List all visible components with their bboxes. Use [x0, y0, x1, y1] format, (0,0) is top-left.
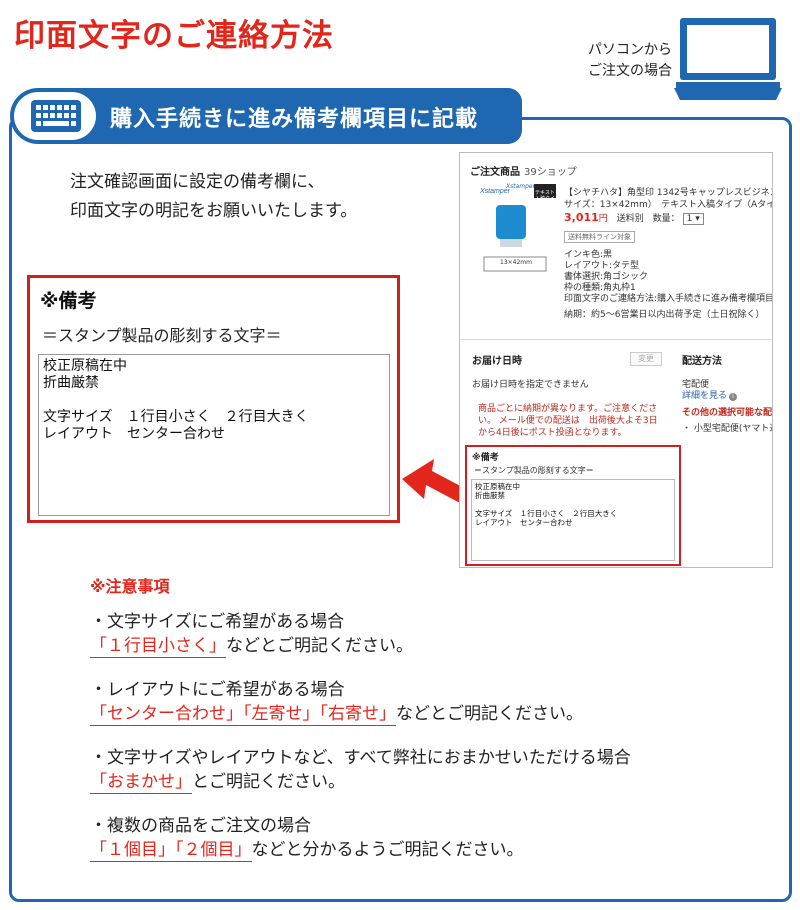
intro-line: 印面文字の明記をお願いいたします。 — [70, 201, 358, 221]
mini-memo-title: ※備考 — [472, 453, 499, 463]
note-example: 「１行目小さく」などとご明記ください。 — [90, 634, 631, 658]
note-highlight: 「おまかせ」 — [90, 772, 192, 794]
pc-note-line: パソコンから — [588, 42, 672, 58]
other-shipping: その他の選択可能な配送 — [682, 408, 773, 418]
mini-memo-line: 文字サイズ １行目小さく ２行目大きく — [475, 509, 618, 518]
details-link[interactable]: 詳細を見る i — [682, 388, 738, 401]
mini-memo-textarea[interactable]: 校正原稿在中 折曲厳禁 文字サイズ １行目小さく ２行目大きく レイアウト セン… — [471, 479, 675, 561]
option-delivery-time: 納期：約5～6営業日以内出荷予定（土日祝除く） — [564, 310, 765, 320]
shipping-method-title: 配送方法 — [682, 356, 722, 367]
delivery-date-text: お届け日時を指定できません — [472, 380, 589, 390]
warning-line: から4日後にポスト投函となります。 — [478, 428, 627, 438]
divider — [460, 339, 772, 340]
note-highlight: 「左寄せ」 — [243, 704, 320, 726]
stamp-badge: テキスト入稿タイプ — [535, 190, 556, 208]
stamp-brand: Xstamper — [506, 183, 536, 190]
intro-line: 注文確認画面に設定の備考欄に、 — [70, 172, 325, 192]
note-suffix: などとご明記ください。 — [396, 704, 583, 724]
note-condition: ・複数の商品をご注文の場合 — [90, 816, 311, 836]
change-button[interactable]: 変更 — [630, 352, 662, 366]
option-contact: 印面文字のご連絡方法:購入手続きに進み備考欄項目に — [564, 294, 773, 304]
delivery-warning: 商品ごとに納期が異なります。ご注意くださ い。 メール便での配送は 出荷後大よそ… — [478, 403, 658, 439]
note-highlight: 「右寄せ」 — [319, 704, 396, 726]
note-condition: ・文字サイズにご希望がある場合 — [90, 612, 345, 632]
order-screenshot: ご注文商品 39ショップ Xstamper Xstamper テキスト入稿タイプ … — [459, 152, 773, 568]
order-items-header: ご注文商品 39ショップ — [470, 163, 577, 178]
info-icon: i — [729, 393, 738, 401]
product-price: 3,011 — [564, 211, 599, 224]
details-link-text: 詳細を見る — [682, 391, 728, 401]
qty-value: 1 — [686, 214, 693, 224]
memo-subtitle: ＝スタンプ製品の彫刻する文字＝ — [42, 326, 282, 345]
step-banner: 購入手続きに進み備考欄項目に記載 — [10, 88, 522, 144]
mini-memo-subtitle: ＝スタンプ製品の彫刻する文字＝ — [474, 466, 594, 475]
memo-highlight: ※備考 ＝スタンプ製品の彫刻する文字＝ 校正原稿在中 折曲厳禁 文字サイズ １行… — [465, 445, 681, 566]
shop-name[interactable]: 39ショップ — [524, 167, 577, 178]
product-size: サイズ：13×42mm） テキスト入稿タイプ（Aタイプ — [564, 200, 773, 210]
note-highlight: 「センター合わせ」 — [90, 704, 243, 726]
quantity-select[interactable]: 1 ▾ — [682, 213, 704, 225]
warning-line: 商品ごとに納期が異なります。ご注意くださ — [478, 404, 658, 414]
mini-memo-line — [475, 500, 671, 509]
memo-line: 校正原稿在中 — [43, 358, 127, 374]
free-shipping-tag: 送料無料ライン対象 — [564, 231, 635, 243]
memo-textarea[interactable]: 校正原稿在中 折曲厳禁 文字サイズ １行目小さく ２行目大きく レイアウト セン… — [38, 354, 390, 516]
note-example: 「センター合わせ」「左寄せ」「右寄せ」などとご明記ください。 — [90, 702, 631, 726]
step-icon-circle — [14, 92, 96, 140]
notes-section: ※注意事項 ・文字サイズにご希望がある場合 「１行目小さく」などとご明記ください… — [90, 573, 631, 882]
monitor-icon — [672, 16, 784, 106]
memo-line: 折曲厳禁 — [43, 375, 99, 391]
note-example: 「おまかせ」とご明記ください。 — [90, 770, 631, 794]
qty-label: 数量： — [652, 214, 680, 224]
intro-text: 注文確認画面に設定の備考欄に、 印面文字の明記をお願いいたします。 — [70, 168, 357, 226]
pc-order-note: パソコンから ご注文の場合 — [580, 40, 680, 82]
note-example: 「１個目」「２個目」などと分かるようご明記ください。 — [90, 838, 631, 862]
memo-line — [43, 392, 385, 409]
note-condition: ・レイアウトにご希望がある場合 — [90, 680, 345, 700]
shipping-label: 送料別 — [616, 214, 644, 224]
memo-line: レイアウト センター合わせ — [43, 426, 225, 442]
mini-memo-line: 折曲厳禁 — [475, 491, 505, 500]
page-title: 印面文字のご連絡方法 — [14, 18, 334, 54]
note-item: ・レイアウトにご希望がある場合 「センター合わせ」「左寄せ」「右寄せ」などとご明… — [90, 678, 631, 726]
order-items-title: ご注文商品 — [470, 167, 520, 178]
note-highlight: 「１行目小さく」 — [90, 636, 226, 658]
small-shipping-option[interactable]: ・ 小型宅配便(ヤマト運 — [682, 421, 772, 434]
note-suffix: などとご明記ください。 — [226, 636, 413, 656]
note-suffix: とご明記ください。 — [192, 772, 345, 792]
note-suffix: などと分かるようご明記ください。 — [251, 840, 524, 860]
memo-title: ※備考 — [40, 290, 97, 312]
stamp-size: 13×42mm — [500, 259, 532, 266]
note-item: ・文字サイズやレイアウトなど、すべて弊社におまかせいただける場合 「おまかせ」と… — [90, 746, 631, 794]
price-row: 3,011円 送料別 数量： 1 ▾ — [564, 211, 704, 225]
memo-line: 文字サイズ １行目小さく ２行目大きく — [43, 409, 309, 425]
warning-line: い。 メール便での配送は 出荷後大よそ3日 — [478, 416, 658, 426]
note-item: ・文字サイズにご希望がある場合 「１行目小さく」などとご明記ください。 — [90, 610, 631, 658]
price-unit: 円 — [598, 214, 608, 224]
mini-memo-line: レイアウト センター合わせ — [475, 518, 573, 527]
mini-memo-line: 校正原稿在中 — [475, 482, 520, 491]
step-text: 購入手続きに進み備考欄項目に記載 — [110, 107, 479, 132]
delivery-date-title: お届け日時 — [472, 356, 522, 367]
pc-note-line: ご注文の場合 — [588, 63, 672, 79]
note-highlight: 「１個目」 — [90, 840, 175, 862]
note-condition: ・文字サイズやレイアウトなど、すべて弊社におまかせいただける場合 — [90, 748, 631, 768]
note-item: ・複数の商品をご注文の場合 「１個目」「２個目」などと分かるようご明記ください。 — [90, 814, 631, 862]
notes-title: ※注意事項 — [90, 577, 170, 596]
note-highlight: 「２個目」 — [175, 840, 252, 862]
memo-example: ※備考 ＝スタンプ製品の彫刻する文字＝ 校正原稿在中 折曲厳禁 文字サイズ １行… — [27, 275, 400, 523]
keyboard-icon — [31, 100, 81, 132]
